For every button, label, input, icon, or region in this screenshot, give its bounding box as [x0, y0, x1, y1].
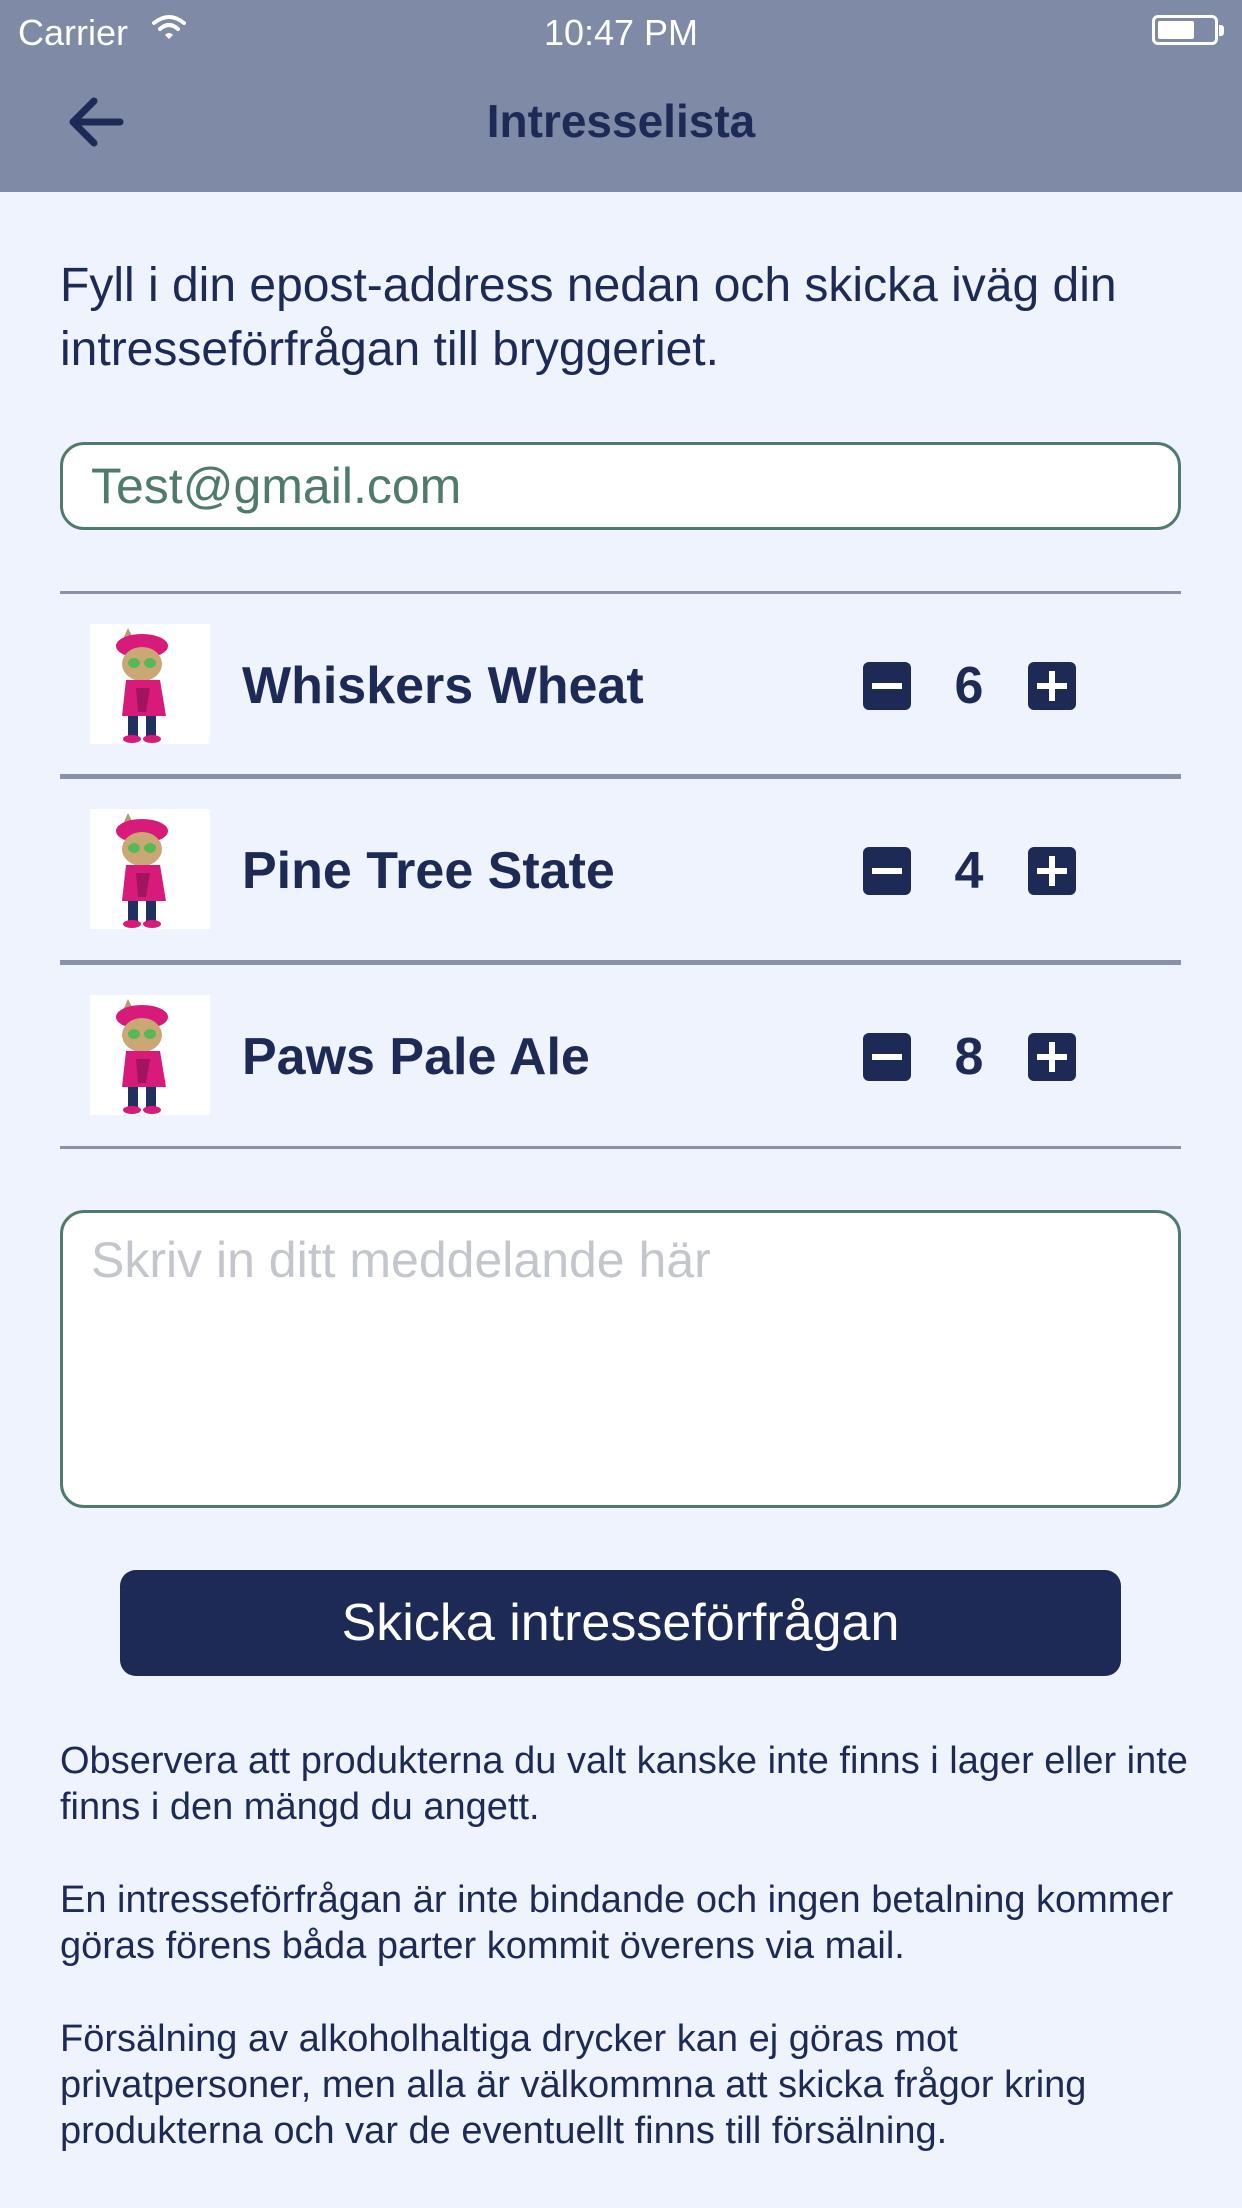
- divider: [60, 1146, 1181, 1149]
- quantity-value: 6: [954, 657, 984, 715]
- stock-notice: Observera att produkterna du valt kanske…: [60, 1740, 1188, 1828]
- battery-icon: [1152, 15, 1224, 45]
- list-item: Pine Tree State 4: [60, 779, 1181, 959]
- increase-quantity-button[interactable]: [1028, 847, 1076, 895]
- minus-icon: [872, 1054, 902, 1060]
- list-item: Paws Pale Ale 8: [60, 965, 1181, 1145]
- item-name: Whiskers Wheat: [242, 657, 644, 715]
- item-name: Pine Tree State: [242, 842, 615, 900]
- decrease-quantity-button[interactable]: [863, 662, 911, 710]
- cat-mascot-image: [90, 624, 210, 744]
- page-title: Intresselista: [486, 95, 756, 147]
- status-time: 10:47 PM: [543, 12, 699, 53]
- increase-quantity-button[interactable]: [1028, 1033, 1076, 1081]
- increase-quantity-button[interactable]: [1028, 662, 1076, 710]
- submit-button[interactable]: Skicka intresseförfrågan: [120, 1570, 1121, 1676]
- binding-notice: En intresseförfrågan är inte bindande oc…: [60, 1879, 1174, 1967]
- sales-notice: Försälning av alkoholhaltiga drycker kan…: [60, 2018, 1087, 2152]
- cat-mascot-image: [90, 995, 210, 1115]
- message-field[interactable]: [60, 1210, 1181, 1508]
- cat-mascot-image: [90, 809, 210, 929]
- navigation-bar: Intresselista: [0, 60, 1242, 192]
- item-name: Paws Pale Ale: [242, 1028, 590, 1086]
- status-bar: Carrier 10:47 PM: [0, 0, 1242, 60]
- intro-text: Fyll i din epost-address nedan och skick…: [60, 259, 1117, 376]
- minus-icon: [872, 683, 902, 689]
- quantity-value: 4: [954, 842, 984, 900]
- minus-icon: [872, 868, 902, 874]
- decrease-quantity-button[interactable]: [863, 1033, 911, 1081]
- decrease-quantity-button[interactable]: [863, 847, 911, 895]
- quantity-value: 8: [954, 1028, 984, 1086]
- list-item: Whiskers Wheat 6: [60, 594, 1181, 774]
- email-field[interactable]: [60, 442, 1181, 530]
